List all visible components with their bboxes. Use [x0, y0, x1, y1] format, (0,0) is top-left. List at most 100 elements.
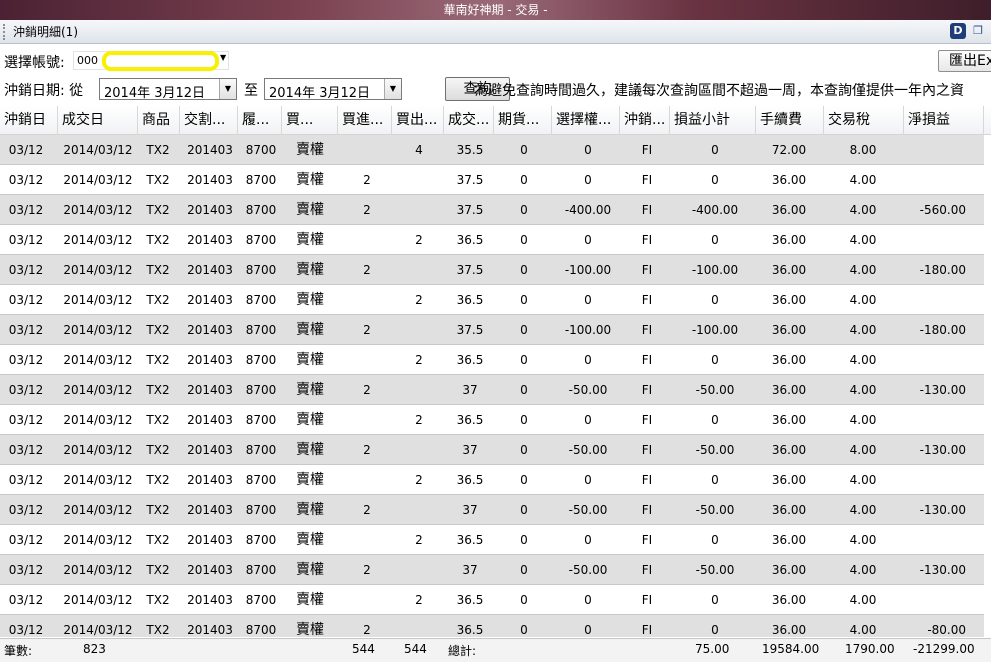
table-row[interactable]: 03/12 2014/03/12 TX2 201403 8700 賣權 2 37.5 0 0 FI 0…: [0, 165, 984, 195]
cell-futures-pl: 0: [520, 503, 528, 517]
cell-tax: 4.00: [849, 203, 877, 217]
table-row[interactable]: 03/12 2014/03/12 TX2 201403 8700 賣權 2 36.5 0 0 FI 0…: [0, 525, 984, 555]
cell-trade-price: 36.5: [456, 413, 484, 427]
column-header-tax[interactable]: 交易稅: [824, 106, 904, 135]
table-row[interactable]: 03/12 2014/03/12 TX2 201403 8700 賣權 2 37.5 0 -400…: [0, 195, 984, 225]
table-row[interactable]: 03/12 2014/03/12 TX2 201403 8700 賣權 2 36.5 0 0 FI 0…: [0, 345, 984, 375]
cell-fee: 36.00: [771, 293, 807, 307]
cell-delivery-month: 201403: [187, 173, 233, 187]
count-label: 筆數:: [4, 644, 33, 658]
column-header-offset-type[interactable]: 沖銷...: [620, 106, 670, 135]
cell-buy-qty: 2: [363, 173, 371, 187]
cell-trade-date: 2014/03/12: [63, 503, 133, 517]
column-header-offset-date[interactable]: 沖銷日: [0, 106, 58, 135]
column-header-pl-subtotal[interactable]: 損益小計: [670, 106, 756, 135]
cell-offset-type: FI: [641, 263, 653, 277]
table-row[interactable]: 03/12 2014/03/12 TX2 201403 8700 賣權 2 37 0 -50.00…: [0, 555, 984, 585]
table-row[interactable]: 03/12 2014/03/12 TX2 201403 8700 賣權 2 36.5 0 0 FI 0…: [0, 285, 984, 315]
cell-trade-price: 37.5: [456, 323, 484, 337]
cell-buy-qty: 2: [363, 383, 371, 397]
table-row[interactable]: 03/12 2014/03/12 TX2 201403 8700 賣權 2 36.5 0 0 FI 0…: [0, 615, 984, 637]
cell-strike: 8700: [245, 563, 277, 577]
date-from-value: 2014年 3月12日: [104, 86, 206, 101]
table-row[interactable]: 03/12 2014/03/12 TX2 201403 8700 賣權 2 37 0 -50.00…: [0, 375, 984, 405]
cell-net-pl: -180.00: [919, 263, 966, 277]
column-header-delivery-month[interactable]: 交割...: [180, 106, 238, 135]
cell-fee: 36.00: [771, 353, 807, 367]
cell-delivery-month: 201403: [187, 533, 233, 547]
date-to-picker[interactable]: 2014年 3月12日 ▼: [264, 78, 402, 101]
cell-delivery-month: 201403: [187, 623, 233, 637]
column-header-buy-qty[interactable]: 買進...: [338, 106, 392, 135]
cell-sell-qty: 2: [415, 353, 423, 367]
account-value: 000: [77, 54, 98, 67]
cell-tax: 4.00: [849, 593, 877, 607]
cell-offset-type: FI: [641, 593, 653, 607]
count-value: 823: [83, 642, 106, 656]
table-row[interactable]: 03/12 2014/03/12 TX2 201403 8700 賣權 2 37.5 0 -100…: [0, 315, 984, 345]
cell-product: TX2: [146, 233, 170, 247]
table-row[interactable]: 03/12 2014/03/12 TX2 201403 8700 賣權 2 36.5 0 0 FI 0…: [0, 405, 984, 435]
cell-tax: 8.00: [849, 143, 877, 157]
cell-futures-pl: 0: [520, 473, 528, 487]
table-row[interactable]: 03/12 2014/03/12 TX2 201403 8700 賣權 2 36.5 0 0 FI 0…: [0, 465, 984, 495]
cell-delivery-month: 201403: [187, 323, 233, 337]
cell-fee: 36.00: [771, 473, 807, 487]
table-row[interactable]: 03/12 2014/03/12 TX2 201403 8700 賣權 2 37 0 -50.00…: [0, 495, 984, 525]
cell-option-pl: 0: [584, 533, 592, 547]
cell-fee: 72.00: [771, 143, 807, 157]
cell-fee: 36.00: [771, 563, 807, 577]
column-header-fee[interactable]: 手續費: [756, 106, 824, 135]
cell-sell-qty: [402, 315, 436, 345]
cell-futures-pl: 0: [520, 263, 528, 277]
table-row[interactable]: 03/12 2014/03/12 TX2 201403 8700 賣權 2 36.5 0 0 FI 0…: [0, 225, 984, 255]
account-select[interactable]: 000 ▼: [73, 51, 229, 71]
cell-delivery-month: 201403: [187, 143, 233, 157]
column-header-trade-price[interactable]: 成交...: [444, 106, 494, 135]
copy-icon[interactable]: ❐: [970, 23, 986, 39]
cell-call-put: 賣權: [296, 622, 324, 637]
cell-net-pl: -560.00: [919, 203, 966, 217]
cell-option-pl: -50.00: [568, 563, 608, 577]
date-from-picker[interactable]: 2014年 3月12日 ▼: [99, 78, 237, 101]
column-header-futures-pl[interactable]: 期貨...: [494, 106, 552, 135]
cell-trade-date: 2014/03/12: [63, 173, 133, 187]
column-header-call-put[interactable]: 買...: [282, 106, 338, 135]
cell-offset-type: FI: [641, 353, 653, 367]
cell-pl-subtotal: -50.00: [695, 563, 735, 577]
cell-net-pl: [904, 465, 966, 495]
cell-tax: 4.00: [849, 413, 877, 427]
cell-pl-subtotal: -50.00: [695, 503, 735, 517]
cell-sell-qty: [402, 555, 436, 585]
column-header-option-pl[interactable]: 選擇權...: [552, 106, 620, 135]
column-header-trade-date[interactable]: 成交日: [58, 106, 138, 135]
cell-delivery-month: 201403: [187, 263, 233, 277]
cell-offset-type: FI: [641, 323, 653, 337]
cell-strike: 8700: [245, 623, 277, 637]
cell-offset-type: FI: [641, 503, 653, 517]
cell-sell-qty: 2: [415, 413, 423, 427]
cell-tax: 4.00: [849, 353, 877, 367]
export-excel-button[interactable]: 匯出Ex: [938, 50, 991, 72]
cell-option-pl: -400.00: [564, 203, 612, 217]
chevron-down-icon[interactable]: ▼: [219, 79, 236, 99]
table-row[interactable]: 03/12 2014/03/12 TX2 201403 8700 賣權 2 37.5 0 -100…: [0, 255, 984, 285]
cell-offset-date: 03/12: [8, 353, 44, 367]
cell-net-pl: [904, 345, 966, 375]
cell-delivery-month: 201403: [187, 593, 233, 607]
chevron-down-icon[interactable]: ▼: [220, 53, 226, 62]
cell-strike: 8700: [245, 473, 277, 487]
column-header-strike[interactable]: 履...: [238, 106, 282, 135]
column-header-net-pl[interactable]: 淨損益: [904, 106, 984, 135]
cell-delivery-month: 201403: [187, 413, 233, 427]
grip-icon[interactable]: [3, 24, 5, 40]
chevron-down-icon[interactable]: ▼: [384, 79, 401, 99]
cell-tax: 4.00: [849, 623, 877, 637]
d-logo-icon[interactable]: D: [950, 23, 966, 39]
table-row[interactable]: 03/12 2014/03/12 TX2 201403 8700 賣權 2 37 0 -50.00…: [0, 435, 984, 465]
column-header-product[interactable]: 商品: [138, 106, 180, 135]
table-row[interactable]: 03/12 2014/03/12 TX2 201403 8700 賣權 4 35.5 0 0 FI 0…: [0, 135, 984, 165]
column-header-sell-qty[interactable]: 買出...: [392, 106, 444, 135]
table-row[interactable]: 03/12 2014/03/12 TX2 201403 8700 賣權 2 36.5 0 0 FI 0…: [0, 585, 984, 615]
grid-body[interactable]: 03/12 2014/03/12 TX2 201403 8700 賣權 4 35.5 0 0 FI 0…: [0, 135, 991, 637]
